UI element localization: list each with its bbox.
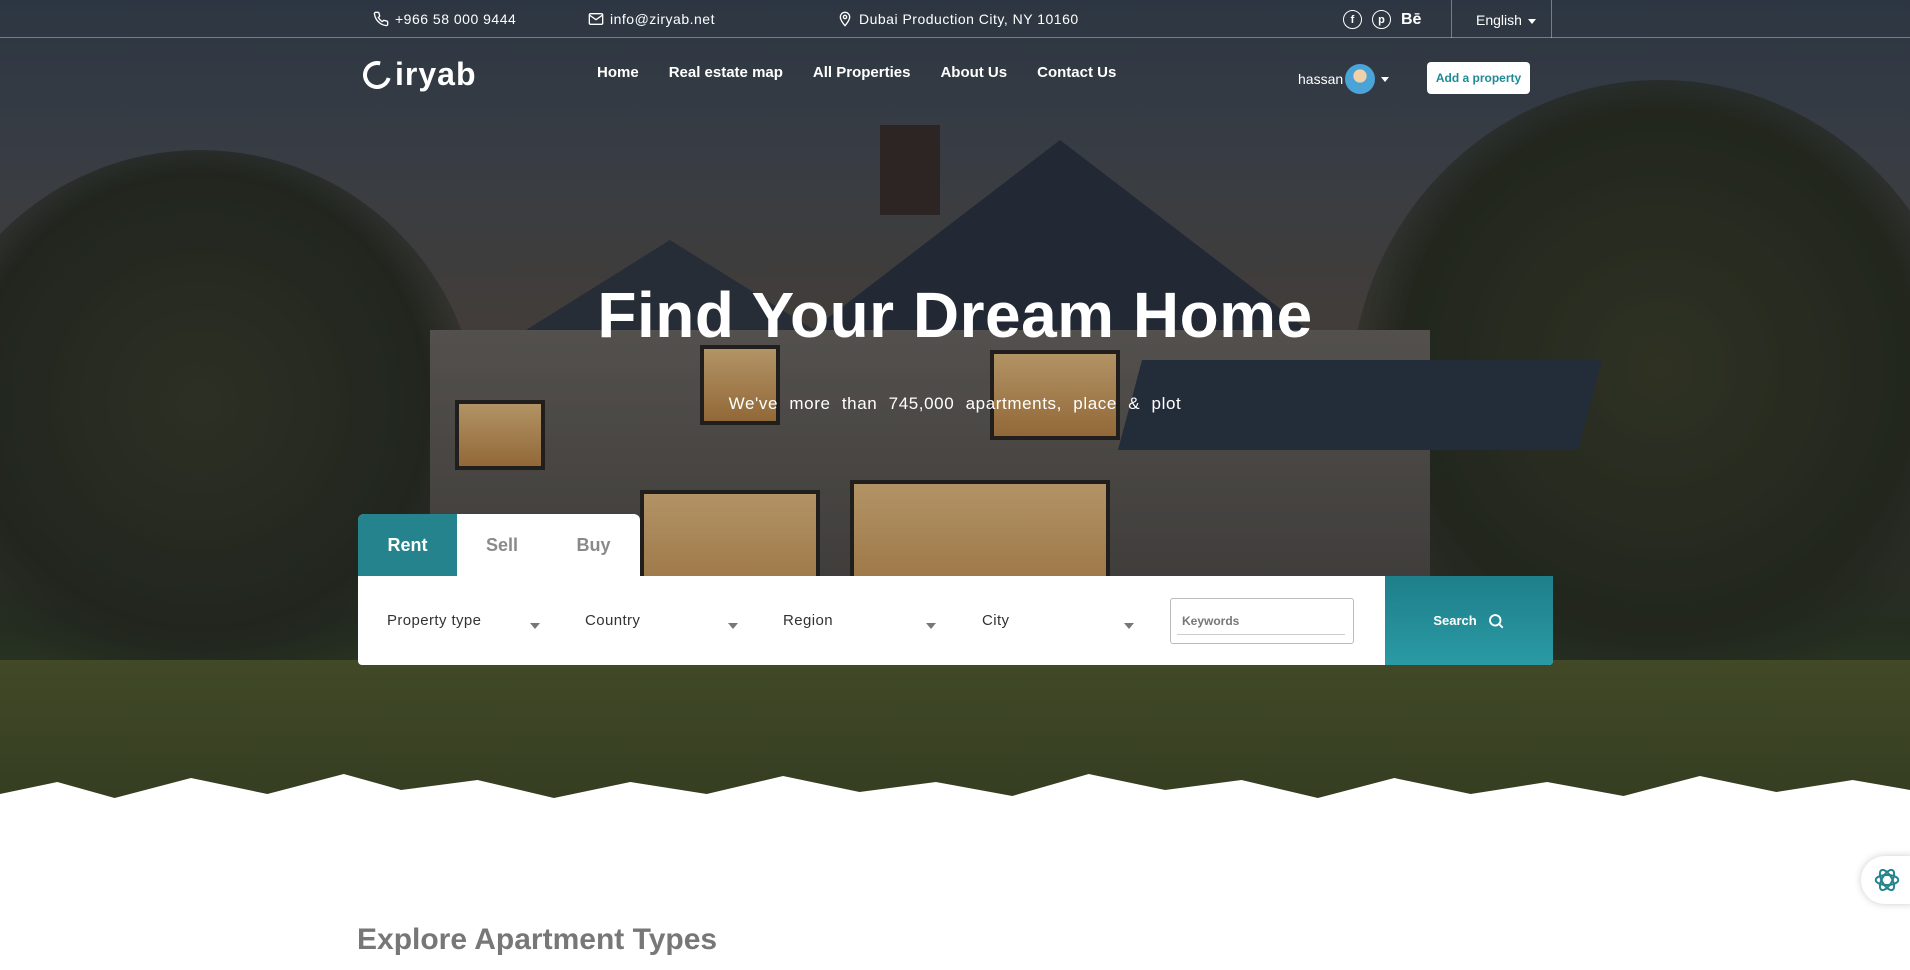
mail-icon (588, 13, 604, 25)
language-select[interactable]: English (1476, 12, 1536, 28)
phone-number: +966 58 000 9444 (395, 11, 517, 27)
section-title: Explore Apartment Types (357, 923, 718, 956)
nav-home[interactable]: Home (597, 64, 639, 81)
top-bar: +966 58 000 9444 info@ziryab.net Dubai P… (0, 0, 1910, 38)
email-contact[interactable]: info@ziryab.net (588, 11, 715, 27)
keywords-input[interactable] (1177, 607, 1345, 635)
email-address: info@ziryab.net (610, 11, 715, 27)
country-select[interactable]: Country (585, 612, 640, 629)
city-select[interactable]: City (982, 612, 1009, 629)
hero-background (0, 0, 1910, 850)
search-button-label: Search (1433, 613, 1477, 628)
search-button[interactable]: Search (1385, 576, 1553, 665)
address: Dubai Production City, NY 10160 (837, 11, 1079, 27)
social-links: f p Bē (1343, 10, 1421, 29)
main-nav: iryab Home Real estate map All Propertie… (0, 39, 1910, 109)
hero-title: Find Your Dream Home (597, 279, 1313, 351)
keywords-field (1170, 598, 1354, 644)
phone-contact[interactable]: +966 58 000 9444 (373, 11, 516, 27)
tab-buy[interactable]: Buy (547, 514, 640, 576)
nav-all-properties[interactable]: All Properties (813, 64, 911, 81)
chevron-down-icon (1124, 623, 1134, 629)
divider (1551, 0, 1552, 38)
property-type-select[interactable]: Property type (387, 612, 481, 629)
openai-icon (1874, 868, 1900, 892)
tab-rent[interactable]: Rent (358, 514, 457, 576)
site-logo[interactable]: iryab (357, 55, 477, 94)
hero-subtitle: We've more than 745,000 apartments, plac… (728, 394, 1182, 413)
nav-menu: Home Real estate map All Properties Abou… (597, 64, 1116, 81)
tab-sell[interactable]: Sell (457, 514, 547, 576)
logo-text: iryab (395, 56, 477, 92)
phone-icon (373, 11, 389, 27)
chevron-down-icon (926, 623, 936, 629)
add-property-button[interactable]: Add a property (1427, 62, 1530, 94)
search-icon (1488, 613, 1504, 628)
address-text: Dubai Production City, NY 10160 (859, 11, 1079, 27)
nav-real-estate-map[interactable]: Real estate map (669, 64, 783, 81)
divider (1451, 0, 1452, 38)
avatar (1345, 64, 1376, 94)
user-name: hassan (1298, 71, 1344, 87)
behance-icon[interactable]: Bē (1401, 10, 1421, 29)
brush-divider (0, 774, 1910, 970)
chevron-down-icon (728, 623, 738, 629)
nav-about-us[interactable]: About Us (940, 64, 1007, 81)
region-select[interactable]: Region (783, 612, 833, 629)
logo-mark-icon (357, 55, 397, 94)
user-menu[interactable]: hassan (1298, 64, 1390, 94)
chevron-down-icon (530, 623, 540, 629)
hero-overlay (0, 0, 1910, 850)
nav-contact-us[interactable]: Contact Us (1037, 64, 1116, 81)
location-pin-icon (839, 11, 851, 27)
search-panel: Property type Country Region City Search (358, 576, 1553, 665)
chevron-down-icon (1381, 76, 1390, 82)
facebook-icon[interactable]: f (1343, 10, 1362, 29)
pinterest-icon[interactable]: p (1372, 10, 1391, 29)
assistant-widget[interactable] (1861, 856, 1910, 904)
listing-type-tabs: Rent Sell Buy (358, 514, 640, 576)
